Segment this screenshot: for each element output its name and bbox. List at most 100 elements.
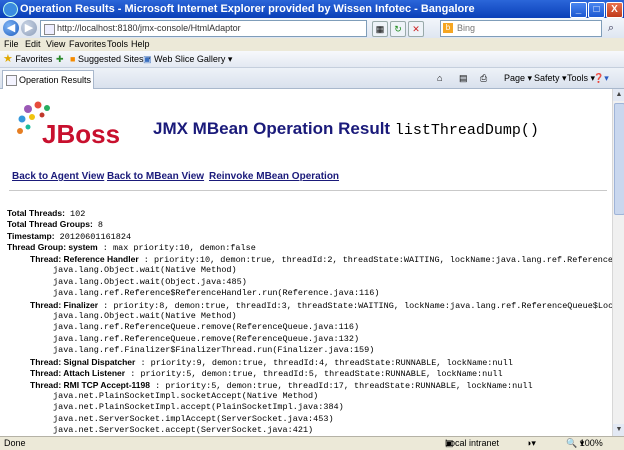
search-icon[interactable]: ⌕ (603, 21, 619, 35)
dump-line: java.lang.Object.wait(Native Method) (7, 311, 612, 322)
minimize-button[interactable]: _ (570, 2, 587, 18)
favorites-label: Favorites (15, 54, 53, 64)
status-bar: Done ▣ Local intranet ◑▾ 🔍 100% ▾ (0, 436, 624, 450)
ie-logo-icon (3, 2, 18, 17)
dump-line: Thread: Signal Dispatcher : priority:9, … (7, 357, 612, 368)
dump-line-label: Total Thread Groups: (7, 219, 93, 230)
dump-line-label: Thread: RMI TCP Accept-1198 (30, 379, 150, 390)
dump-line: java.lang.ref.Reference$ReferenceHandler… (7, 288, 612, 299)
dump-line: Total Thread Groups: 8 (7, 219, 612, 230)
scroll-up-icon[interactable]: ▲ (613, 89, 624, 101)
maximize-button[interactable]: □ (588, 2, 605, 18)
page-icon (44, 24, 55, 35)
dump-line-label: Thread: Reference Handler (30, 253, 139, 264)
dump-line: java.net.PlainSocketImpl.accept(PlainSoc… (7, 402, 612, 413)
dump-line: java.net.ServerSocket.accept(ServerSocke… (7, 425, 612, 436)
star-icon: ★ (3, 53, 13, 65)
home-icon[interactable]: ⌂ (437, 68, 442, 88)
dump-line-text: : priority:5, demon:true, threadId:5, th… (125, 369, 503, 380)
compatibility-view-icon[interactable]: ▦ (372, 21, 388, 37)
dump-line-text: java.lang.ref.ReferenceQueue.remove(Refe… (53, 333, 360, 344)
suggested-sites-button[interactable]: ■ Suggested Sites ▾ (70, 51, 151, 67)
help-icon[interactable]: ❓▾ (593, 68, 609, 88)
status-text: Done (4, 438, 26, 448)
reinvoke-operation-link[interactable]: Reinvoke MBean Operation (209, 171, 339, 182)
window-title-bar: Operation Results - Microsoft Internet E… (0, 0, 624, 18)
divider (9, 190, 607, 191)
print-icon[interactable]: ⎙ (480, 68, 487, 88)
menu-help[interactable]: Help (131, 38, 150, 51)
dump-line-label: Total Threads: (7, 208, 65, 218)
safety-menu[interactable]: Safety ▾ (534, 68, 567, 88)
dump-line-text: 20120601161824 (54, 231, 132, 242)
dump-line: Thread: Reference Handler : priority:10,… (7, 254, 612, 265)
dump-line-text: 8 (92, 220, 103, 231)
menu-view[interactable]: View (46, 38, 65, 51)
zoom-control[interactable]: 🔍 100% ▾ (566, 437, 603, 450)
dump-line-text: : priority:5, demon:true, threadId:17, t… (149, 380, 533, 391)
stop-icon[interactable]: ✕ (408, 21, 424, 37)
page-title-text: JMX MBean Operation Result (153, 119, 391, 138)
dump-line: java.lang.Object.wait(Object.java:485) (7, 277, 612, 288)
menu-file[interactable]: File (4, 38, 19, 51)
scroll-down-icon[interactable]: ▼ (613, 424, 624, 436)
search-input[interactable]: b Bing (440, 20, 602, 37)
dump-line-text: java.lang.Object.wait(Native Method) (53, 265, 237, 276)
close-button[interactable]: X (606, 2, 623, 18)
dump-line-text: java.net.ServerSocket.implAccept(ServerS… (53, 413, 334, 424)
tab-label: Operation Results (19, 75, 92, 85)
back-to-agent-view-link[interactable]: Back to Agent View (12, 171, 104, 182)
scroll-thumb[interactable] (614, 103, 624, 215)
menu-edit[interactable]: Edit (25, 38, 41, 51)
jboss-logo: JBoss (17, 101, 120, 149)
bing-icon: b (443, 23, 453, 33)
menu-favorites[interactable]: Favorites (69, 38, 106, 51)
suggested-sites-icon: ■ (70, 54, 76, 64)
address-toolbar: ◀ ▶ http://localhost:8180/jmx-console/Ht… (0, 18, 624, 39)
dump-line-text: java.lang.ref.Reference$ReferenceHandler… (53, 288, 380, 299)
dump-line: java.lang.ref.Finalizer$FinalizerThread.… (7, 345, 612, 356)
menu-bar: File Edit View Favorites Tools Help (0, 38, 624, 51)
dump-line-text: java.net.PlainSocketImpl.accept(PlainSoc… (53, 402, 344, 413)
back-to-mbean-view-link[interactable]: Back to MBean View (107, 171, 204, 182)
dump-line-text: java.lang.Object.wait(Native Method) (53, 310, 237, 321)
dump-line-text: : priority:10, demon:true, threadId:2, t… (138, 254, 612, 265)
page-menu[interactable]: Page ▾ (504, 68, 532, 88)
dump-line: java.lang.Object.wait(Native Method) (7, 265, 612, 276)
dump-line: Total Threads: 102 (7, 208, 612, 219)
window-title: Operation Results - Microsoft Internet E… (20, 3, 475, 15)
address-field[interactable]: http://localhost:8180/jmx-console/HtmlAd… (40, 20, 367, 37)
tab-operation-results[interactable]: Operation Results (2, 70, 94, 89)
menu-tools[interactable]: Tools (107, 38, 128, 51)
tools-menu[interactable]: Tools ▾ (567, 68, 595, 88)
forward-button[interactable]: ▶ (21, 20, 37, 36)
back-button[interactable]: ◀ (3, 20, 19, 36)
feeds-icon[interactable]: ▤ (459, 68, 468, 88)
dump-line-text: java.lang.ref.ReferenceQueue.remove(Refe… (53, 322, 360, 333)
thread-dump: Total Threads: 102 Total Thread Groups: 8… (7, 208, 612, 436)
dump-line: Thread: Attach Listener : priority:5, de… (7, 368, 612, 379)
dump-line-label: Thread: Finalizer (30, 299, 99, 310)
dump-line-text: java.lang.Object.wait(Object.java:485) (53, 276, 247, 287)
dump-line-text: 102 (64, 209, 86, 219)
protected-mode-icon: ◑▾ (526, 438, 536, 448)
dump-line: java.net.PlainSocketImpl.socketAccept(Na… (7, 391, 612, 402)
dump-line-label: Thread: Attach Listener (30, 368, 126, 379)
add-favorites-icon[interactable]: ✚ (56, 51, 64, 67)
favorites-bar: ★ Favorites ✚ ■ Suggested Sites ▾ ▣ Web … (0, 51, 624, 68)
page-icon (6, 75, 17, 86)
vertical-scrollbar[interactable]: ▲ ▼ (612, 89, 624, 436)
page-title: JMX MBean Operation Result listThreadDum… (153, 119, 539, 139)
dump-line: Thread: RMI TCP Accept-1198 : priority:5… (7, 380, 612, 391)
dump-line-label: Thread: Signal Dispatcher (30, 356, 136, 367)
dump-line-text: java.net.ServerSocket.accept(ServerSocke… (53, 425, 314, 436)
dump-line-text: java.lang.ref.Finalizer$FinalizerThread.… (53, 345, 375, 356)
favorites-button[interactable]: ★ Favorites (3, 51, 52, 67)
refresh-icon[interactable]: ↻ (390, 21, 406, 37)
web-slice-gallery-button[interactable]: ▣ Web Slice Gallery ▾ (143, 51, 232, 67)
suggested-sites-label: Suggested Sites ▾ (77, 54, 151, 64)
dump-line-label: Timestamp: (7, 230, 55, 241)
dump-line: java.net.ServerSocket.implAccept(ServerS… (7, 414, 612, 425)
dump-line-text: : max priority:10, demon:false (97, 243, 256, 254)
dump-line-text: java.net.PlainSocketImpl.socketAccept(Na… (53, 391, 319, 401)
